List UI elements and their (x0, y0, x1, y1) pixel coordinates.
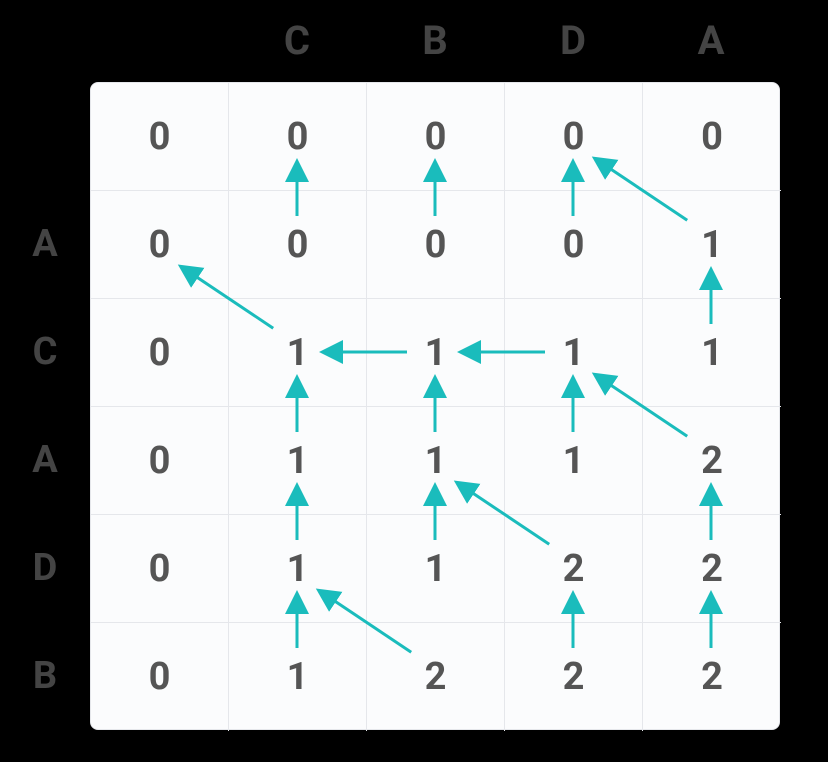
row-header-label: B (33, 654, 57, 698)
row-header-3: A (0, 406, 90, 514)
dp-cell: 1 (505, 299, 643, 407)
dp-cell: 1 (643, 191, 781, 299)
dp-cell: 2 (367, 623, 505, 731)
dp-cell-value: 0 (563, 115, 585, 159)
dp-cell-value: 0 (563, 223, 585, 267)
dp-cell: 0 (91, 407, 229, 515)
dp-cell: 0 (91, 299, 229, 407)
dp-cell-value: 2 (701, 547, 723, 591)
dp-cell: 0 (505, 191, 643, 299)
dp-cell-value: 0 (149, 223, 171, 267)
dp-cell: 1 (367, 515, 505, 623)
dp-cell-value: 1 (425, 547, 447, 591)
dp-cell-value: 0 (149, 547, 171, 591)
dp-cell-value: 0 (425, 115, 447, 159)
dp-cell-value: 1 (701, 331, 723, 375)
dp-cell: 0 (229, 191, 367, 299)
dp-cell-value: 2 (425, 655, 447, 699)
dp-cell-value: 1 (425, 331, 447, 375)
dp-cell: 2 (643, 623, 781, 731)
dp-cell: 0 (91, 191, 229, 299)
dp-cell: 1 (367, 299, 505, 407)
row-header-label: D (33, 546, 58, 590)
dp-cell: 1 (643, 299, 781, 407)
dp-cell: 1 (367, 407, 505, 515)
col-header-label: B (422, 17, 448, 64)
row-header-4: D (0, 514, 90, 622)
col-header-2: B (366, 0, 504, 80)
dp-cell: 0 (91, 83, 229, 191)
dp-cell-value: 0 (149, 331, 171, 375)
dp-cell: 0 (367, 191, 505, 299)
dp-cell: 2 (643, 407, 781, 515)
col-header-1: C (228, 0, 366, 80)
col-header-0 (90, 0, 228, 80)
col-header-4: A (642, 0, 780, 80)
col-header-label: A (698, 17, 725, 64)
dp-cell: 2 (505, 515, 643, 623)
row-header-2: C (0, 298, 90, 406)
row-header-label: A (32, 222, 58, 266)
dp-cell: 0 (229, 83, 367, 191)
dp-cell-value: 2 (563, 547, 585, 591)
dp-cell-value: 1 (287, 547, 309, 591)
dp-cell: 0 (91, 623, 229, 731)
row-header-0 (0, 82, 90, 190)
dp-cell-value: 0 (149, 115, 171, 159)
dp-table: 0 0 0 0 0 0 0 0 0 1 0 1 1 1 1 0 1 1 1 2 0 1 1 2 2 0 1 2 2 2 (90, 82, 780, 730)
dp-cell-value: 0 (287, 223, 309, 267)
dp-cell-value: 1 (287, 331, 309, 375)
dp-cell: 0 (91, 515, 229, 623)
dp-cell: 2 (643, 515, 781, 623)
dp-cell: 0 (505, 83, 643, 191)
dp-cell-value: 1 (287, 439, 309, 483)
dp-cell-value: 0 (701, 115, 723, 159)
dp-cell: 1 (229, 299, 367, 407)
dp-cell: 1 (505, 407, 643, 515)
dp-cell-value: 0 (287, 115, 309, 159)
dp-cell-value: 2 (563, 655, 585, 699)
row-header-1: A (0, 190, 90, 298)
row-header-label: C (33, 330, 58, 374)
dp-cell: 1 (229, 623, 367, 731)
dp-cell-value: 0 (425, 223, 447, 267)
row-header-5: B (0, 622, 90, 730)
dp-cell-value: 2 (701, 655, 723, 699)
col-header-label: D (560, 17, 586, 64)
dp-cell-value: 0 (149, 655, 171, 699)
dp-cell: 2 (505, 623, 643, 731)
dp-cell-value: 0 (149, 439, 171, 483)
dp-cell-value: 1 (563, 439, 585, 483)
dp-cell-value: 2 (701, 439, 723, 483)
col-header-label: C (284, 17, 310, 64)
dp-cell: 0 (643, 83, 781, 191)
dp-cell-value: 1 (425, 439, 447, 483)
dp-cell: 0 (367, 83, 505, 191)
dp-cell-value: 1 (701, 223, 723, 267)
diagram-stage: C B D A A C A D B 0 0 0 0 0 0 0 0 0 1 0 1 1 1 1 0 1 1 1 2 0 1… (0, 0, 828, 762)
dp-cell: 1 (229, 407, 367, 515)
dp-cell-value: 1 (563, 331, 585, 375)
dp-cell-value: 1 (287, 655, 309, 699)
dp-cell: 1 (229, 515, 367, 623)
col-header-3: D (504, 0, 642, 80)
row-header-label: A (32, 438, 58, 482)
